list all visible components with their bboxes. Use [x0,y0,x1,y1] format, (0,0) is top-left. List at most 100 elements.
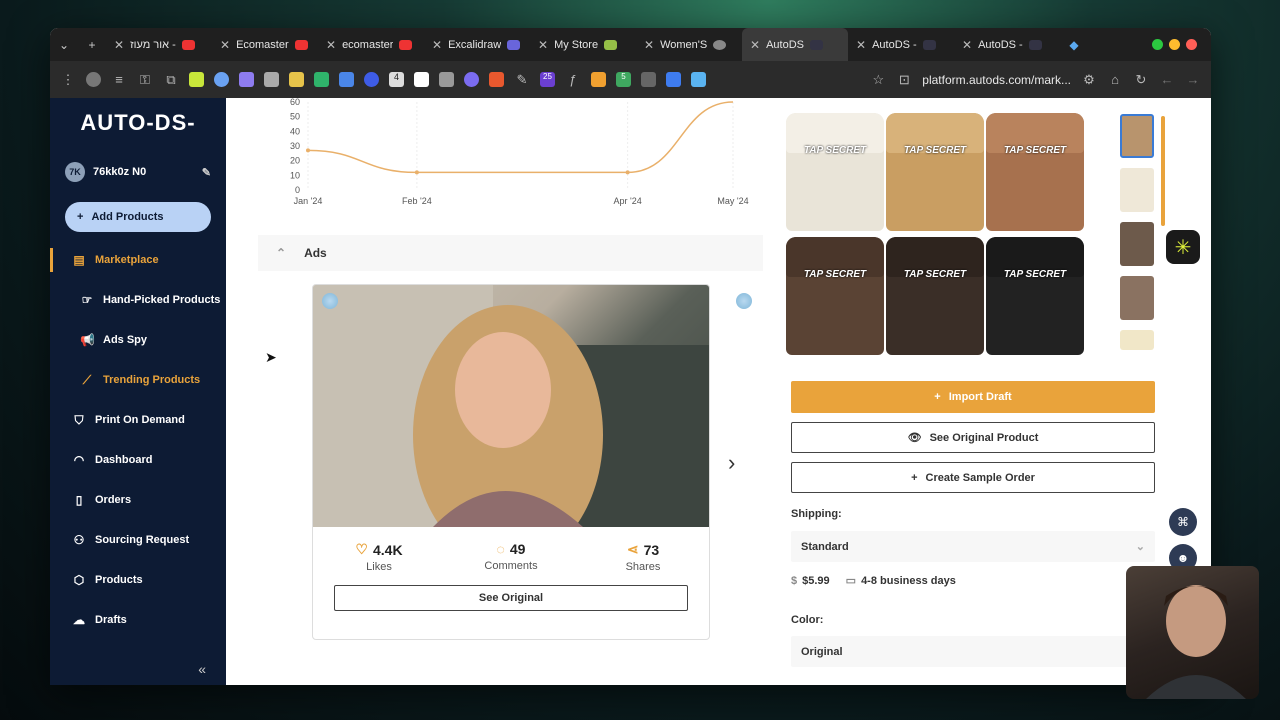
key-icon[interactable]: ⚿ [137,72,153,88]
extension-icon[interactable] [591,72,606,87]
ad-video-thumbnail[interactable] [313,285,709,565]
extension-icon[interactable] [289,72,304,87]
y-tick-label: 20 [290,156,300,166]
close-tab-icon[interactable]: ✕ [220,38,230,52]
extension-icon[interactable] [314,72,329,87]
product-thumbnail[interactable] [1120,330,1154,350]
product-thumbnail[interactable] [1120,222,1154,266]
sidebar-item-print-on-demand[interactable]: ⛉ Print On Demand [50,400,226,440]
extension-icon[interactable] [439,72,454,87]
extension-icon[interactable]: 4 [389,72,404,87]
extension-icon[interactable] [264,72,279,87]
extension-icon[interactable] [239,72,254,87]
browser-tab[interactable]: ✕ אור מעוז - [106,28,212,61]
chevron-up-icon[interactable]: ⌃ [276,246,286,260]
close-tab-icon[interactable]: ✕ [326,38,336,52]
browser-tab[interactable]: ✕ AutoDS - [848,28,954,61]
new-tab-icon[interactable]: + [78,38,106,52]
pen-icon[interactable]: ✎ [514,72,530,88]
close-tab-icon[interactable]: ✕ [856,38,866,52]
product-thumbnail[interactable] [1120,276,1154,320]
close-tab-icon[interactable]: ✕ [538,38,548,52]
extension-icon[interactable] [691,72,706,87]
close-tab-icon[interactable]: ✕ [750,38,760,52]
close-tab-icon[interactable]: ✕ [114,38,124,52]
address-bar[interactable]: ☆ ⊡ platform.autods.com/mark... ⚙ [870,72,1097,88]
sidebar-item-dashboard[interactable]: ◠ Dashboard [50,440,226,480]
add-products-button[interactable]: + Add Products [65,202,211,232]
home-icon[interactable]: ⌂ [1107,72,1123,87]
product-image-gallery[interactable]: TAP SECRET TAP SECRET TAP SECRET TAP SEC… [786,113,1086,358]
sidebar-item-trending-products[interactable]: ⟋ Trending Products [50,360,226,400]
ads-section-header[interactable]: ⌃ Ads [258,235,763,271]
import-draft-button[interactable]: + Import Draft [791,381,1155,413]
browser-tab[interactable]: ✕ Excalidraw [424,28,530,61]
pencil-icon[interactable]: ✎ [202,166,211,179]
browser-tab-active[interactable]: ✕ AutoDS [742,28,848,61]
color-select[interactable]: Original [791,636,1155,667]
chevron-right-icon[interactable]: › [728,450,735,476]
function-icon[interactable]: ƒ [565,72,581,87]
close-tab-icon[interactable]: ✕ [962,38,972,52]
reading-list-icon[interactable]: ≡ [111,72,127,87]
sidebar-item-ads-spy[interactable]: 📢 Ads Spy [50,320,226,360]
shipping-select[interactable]: Standard ⌄ [791,531,1155,562]
back-icon[interactable]: ← [1159,72,1175,87]
close-tab-icon[interactable]: ✕ [432,38,442,52]
product-jar-image: TAP SECRET [786,113,884,231]
diamond-icon[interactable]: ◆ [1060,38,1088,52]
data-point [414,170,419,175]
collapse-sidebar-icon[interactable]: « [198,661,206,677]
extension-icon[interactable] [641,72,656,87]
tune-icon[interactable]: ⚙ [1081,72,1097,88]
extension-icon[interactable]: 25 [540,72,555,87]
extension-icon[interactable] [414,72,429,87]
extension-icon[interactable] [464,72,479,87]
comments-stat: ◌ 49 Comments [484,541,538,572]
site-info-icon[interactable]: ⊡ [896,72,912,88]
browser-tab[interactable]: ✕ Women'S [636,28,742,61]
create-sample-order-button[interactable]: + Create Sample Order [791,462,1155,493]
product-thumbnail[interactable] [1120,114,1154,158]
extension-icon[interactable] [489,72,504,87]
url-text[interactable]: platform.autods.com/mark... [922,73,1071,87]
ad-card: ♡ 4.4K Likes ◌ 49 Comments ⋖ 73 Shares See … [312,284,710,640]
likes-stat: ♡ 4.4K Likes [355,541,403,573]
browser-tab[interactable]: ✕ Ecomaster [212,28,318,61]
sidebar-item-drafts[interactable]: ☁ Drafts [50,600,226,640]
see-original-product-button[interactable]: 👁 See Original Product [791,422,1155,453]
sidebar-item-hand-picked-products[interactable]: ☞ Hand-Picked Products [50,280,226,320]
forward-icon[interactable]: → [1185,72,1201,87]
close-tab-icon[interactable]: ✕ [644,38,654,52]
autods-logo[interactable]: AUTO-DS- [50,98,226,154]
sidebar-item-orders[interactable]: ▯ Orders [50,480,226,520]
sidebar-item-products[interactable]: ⬡ Products [50,560,226,600]
plus-icon: + [934,391,941,403]
product-thumbnail[interactable] [1120,168,1154,212]
maximize-button[interactable] [1152,39,1163,50]
see-original-ad-button[interactable]: See Original [334,585,688,611]
user-account[interactable]: 7K 76kk0z N0 ✎ [50,154,226,190]
star-icon[interactable]: ☆ [870,72,886,88]
extensions-icon[interactable]: ⧉ [163,72,179,88]
close-window-button[interactable] [1186,39,1197,50]
browser-tab[interactable]: ✕ AutoDS - [954,28,1060,61]
sparkle-icon[interactable]: ✳ [1166,230,1200,264]
sidebar-item-sourcing-request[interactable]: ⚇ Sourcing Request [50,520,226,560]
extension-icon[interactable]: 5 [616,72,631,87]
tab-list-icon[interactable]: ⌄ [50,38,78,52]
extension-icon[interactable] [214,72,229,87]
thumbnail-scrollbar[interactable] [1161,116,1165,226]
sidebar-item-marketplace[interactable]: ▤ Marketplace [50,240,226,280]
extension-icon[interactable] [339,72,354,87]
extension-icon[interactable] [364,72,379,87]
profile-icon[interactable] [86,72,101,87]
apps-grid-icon[interactable]: ⌘ [1169,508,1197,536]
minimize-button[interactable] [1169,39,1180,50]
menu-dots-icon[interactable]: ⋮ [60,72,76,88]
extension-icon[interactable] [666,72,681,87]
reload-icon[interactable]: ↻ [1133,72,1149,88]
extension-icon[interactable] [189,72,204,87]
browser-tab[interactable]: ✕ ecomaster [318,28,424,61]
browser-tab[interactable]: ✕ My Store [530,28,636,61]
